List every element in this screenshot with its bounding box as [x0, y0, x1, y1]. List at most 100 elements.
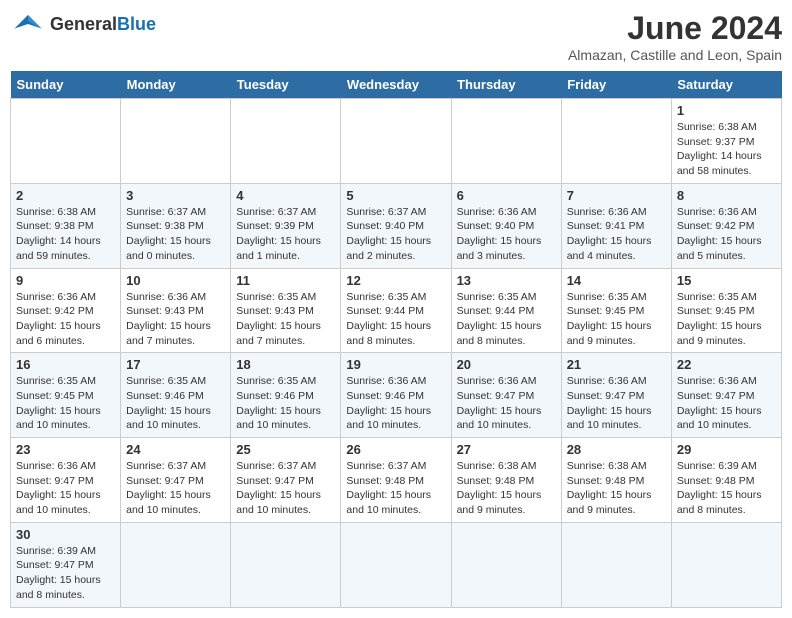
cell-info: Sunrise: 6:35 AM Sunset: 9:44 PM Dayligh… [346, 290, 445, 349]
logo: GeneralBlue [10, 10, 156, 38]
cell-info: Sunrise: 6:36 AM Sunset: 9:41 PM Dayligh… [567, 205, 666, 264]
calendar-row-1: 2 Sunrise: 6:38 AM Sunset: 9:38 PM Daylig… [11, 183, 782, 268]
weekday-header-saturday: Saturday [671, 71, 781, 99]
header: GeneralBlue June 2024 Almazan, Castille … [10, 10, 782, 63]
day-number: 21 [567, 357, 666, 372]
calendar-cell: 14 Sunrise: 6:35 AM Sunset: 9:45 PM Dayli… [561, 268, 671, 353]
calendar-cell: 22Sunrise: 6:36 AM Sunset: 9:47 PM Dayli… [671, 353, 781, 438]
calendar-cell: 24 Sunrise: 6:37 AM Sunset: 9:47 PM Dayli… [121, 438, 231, 523]
cell-info: Sunrise: 6:37 AM Sunset: 9:47 PM Dayligh… [236, 459, 335, 518]
cell-info: Sunrise: 6:37 AM Sunset: 9:47 PM Dayligh… [126, 459, 225, 518]
day-number: 1 [677, 103, 776, 118]
day-number: 7 [567, 188, 666, 203]
cell-info: Sunrise: 6:37 AM Sunset: 9:38 PM Dayligh… [126, 205, 225, 264]
day-number: 6 [457, 188, 556, 203]
day-number: 4 [236, 188, 335, 203]
calendar-row-2: 9 Sunrise: 6:36 AM Sunset: 9:42 PM Daylig… [11, 268, 782, 353]
cell-info: Sunrise: 6:38 AM Sunset: 9:37 PM Dayligh… [677, 120, 776, 179]
calendar-cell: 3 Sunrise: 6:37 AM Sunset: 9:38 PM Daylig… [121, 183, 231, 268]
calendar-cell [341, 522, 451, 607]
day-number: 28 [567, 442, 666, 457]
logo-general: General [50, 14, 117, 34]
cell-info: Sunrise: 6:37 AM Sunset: 9:48 PM Dayligh… [346, 459, 445, 518]
calendar-table: SundayMondayTuesdayWednesdayThursdayFrid… [10, 71, 782, 608]
calendar-cell: 7 Sunrise: 6:36 AM Sunset: 9:41 PM Daylig… [561, 183, 671, 268]
calendar-cell: 11 Sunrise: 6:35 AM Sunset: 9:43 PM Dayli… [231, 268, 341, 353]
weekday-header-tuesday: Tuesday [231, 71, 341, 99]
calendar-cell: 25 Sunrise: 6:37 AM Sunset: 9:47 PM Dayli… [231, 438, 341, 523]
calendar-cell: 4 Sunrise: 6:37 AM Sunset: 9:39 PM Daylig… [231, 183, 341, 268]
cell-info: Sunrise: 6:39 AM Sunset: 9:48 PM Dayligh… [677, 459, 776, 518]
day-number: 16 [16, 357, 115, 372]
cell-info: Sunrise: 6:36 AM Sunset: 9:47 PM Dayligh… [567, 374, 666, 433]
calendar-cell [671, 522, 781, 607]
day-number: 2 [16, 188, 115, 203]
calendar-cell: 16Sunrise: 6:35 AM Sunset: 9:45 PM Dayli… [11, 353, 121, 438]
calendar-cell: 8 Sunrise: 6:36 AM Sunset: 9:42 PM Daylig… [671, 183, 781, 268]
cell-info: Sunrise: 6:35 AM Sunset: 9:43 PM Dayligh… [236, 290, 335, 349]
cell-info: Sunrise: 6:36 AM Sunset: 9:47 PM Dayligh… [677, 374, 776, 433]
day-number: 24 [126, 442, 225, 457]
logo-blue: Blue [117, 14, 156, 34]
day-number: 9 [16, 273, 115, 288]
cell-info: Sunrise: 6:35 AM Sunset: 9:46 PM Dayligh… [236, 374, 335, 433]
weekday-header-friday: Friday [561, 71, 671, 99]
calendar-cell: 2 Sunrise: 6:38 AM Sunset: 9:38 PM Daylig… [11, 183, 121, 268]
weekday-header-wednesday: Wednesday [341, 71, 451, 99]
calendar-cell: 1 Sunrise: 6:38 AM Sunset: 9:37 PM Daylig… [671, 99, 781, 184]
cell-info: Sunrise: 6:36 AM Sunset: 9:46 PM Dayligh… [346, 374, 445, 433]
title-area: June 2024 Almazan, Castille and Leon, Sp… [568, 10, 782, 63]
weekday-header-sunday: Sunday [11, 71, 121, 99]
day-number: 10 [126, 273, 225, 288]
weekday-header-row: SundayMondayTuesdayWednesdayThursdayFrid… [11, 71, 782, 99]
calendar-cell: 12Sunrise: 6:35 AM Sunset: 9:44 PM Dayli… [341, 268, 451, 353]
weekday-header-monday: Monday [121, 71, 231, 99]
cell-info: Sunrise: 6:38 AM Sunset: 9:48 PM Dayligh… [567, 459, 666, 518]
calendar-cell: 20Sunrise: 6:36 AM Sunset: 9:47 PM Dayli… [451, 353, 561, 438]
calendar-row-3: 16Sunrise: 6:35 AM Sunset: 9:45 PM Dayli… [11, 353, 782, 438]
day-number: 11 [236, 273, 335, 288]
day-number: 8 [677, 188, 776, 203]
calendar-cell [121, 99, 231, 184]
cell-info: Sunrise: 6:35 AM Sunset: 9:46 PM Dayligh… [126, 374, 225, 433]
cell-info: Sunrise: 6:37 AM Sunset: 9:39 PM Dayligh… [236, 205, 335, 264]
cell-info: Sunrise: 6:36 AM Sunset: 9:47 PM Dayligh… [457, 374, 556, 433]
calendar-cell: 17Sunrise: 6:35 AM Sunset: 9:46 PM Dayli… [121, 353, 231, 438]
calendar-cell: 21 Sunrise: 6:36 AM Sunset: 9:47 PM Dayli… [561, 353, 671, 438]
cell-info: Sunrise: 6:37 AM Sunset: 9:40 PM Dayligh… [346, 205, 445, 264]
cell-info: Sunrise: 6:36 AM Sunset: 9:42 PM Dayligh… [16, 290, 115, 349]
day-number: 27 [457, 442, 556, 457]
calendar-cell: 5Sunrise: 6:37 AM Sunset: 9:40 PM Daylig… [341, 183, 451, 268]
calendar-cell: 10Sunrise: 6:36 AM Sunset: 9:43 PM Dayli… [121, 268, 231, 353]
calendar-cell: 27Sunrise: 6:38 AM Sunset: 9:48 PM Dayli… [451, 438, 561, 523]
calendar-cell: 13 Sunrise: 6:35 AM Sunset: 9:44 PM Dayli… [451, 268, 561, 353]
cell-info: Sunrise: 6:36 AM Sunset: 9:40 PM Dayligh… [457, 205, 556, 264]
calendar-cell: 6 Sunrise: 6:36 AM Sunset: 9:40 PM Daylig… [451, 183, 561, 268]
cell-info: Sunrise: 6:35 AM Sunset: 9:44 PM Dayligh… [457, 290, 556, 349]
logo-text: GeneralBlue [50, 14, 156, 35]
day-number: 13 [457, 273, 556, 288]
cell-info: Sunrise: 6:38 AM Sunset: 9:38 PM Dayligh… [16, 205, 115, 264]
cell-info: Sunrise: 6:39 AM Sunset: 9:47 PM Dayligh… [16, 544, 115, 603]
cell-info: Sunrise: 6:36 AM Sunset: 9:42 PM Dayligh… [677, 205, 776, 264]
day-number: 26 [346, 442, 445, 457]
day-number: 25 [236, 442, 335, 457]
calendar-cell: 23 Sunrise: 6:36 AM Sunset: 9:47 PM Dayli… [11, 438, 121, 523]
calendar-cell [11, 99, 121, 184]
cell-info: Sunrise: 6:36 AM Sunset: 9:47 PM Dayligh… [16, 459, 115, 518]
logo-icon [10, 10, 46, 38]
calendar-cell: 18Sunrise: 6:35 AM Sunset: 9:46 PM Dayli… [231, 353, 341, 438]
calendar-cell: 15Sunrise: 6:35 AM Sunset: 9:45 PM Dayli… [671, 268, 781, 353]
day-number: 23 [16, 442, 115, 457]
calendar-cell [121, 522, 231, 607]
cell-info: Sunrise: 6:35 AM Sunset: 9:45 PM Dayligh… [677, 290, 776, 349]
day-number: 14 [567, 273, 666, 288]
month-title: June 2024 [568, 10, 782, 47]
calendar-row-5: 30Sunrise: 6:39 AM Sunset: 9:47 PM Dayli… [11, 522, 782, 607]
calendar-cell [561, 522, 671, 607]
calendar-cell: 9 Sunrise: 6:36 AM Sunset: 9:42 PM Daylig… [11, 268, 121, 353]
cell-info: Sunrise: 6:35 AM Sunset: 9:45 PM Dayligh… [567, 290, 666, 349]
day-number: 3 [126, 188, 225, 203]
location-subtitle: Almazan, Castille and Leon, Spain [568, 47, 782, 63]
calendar-cell [451, 522, 561, 607]
